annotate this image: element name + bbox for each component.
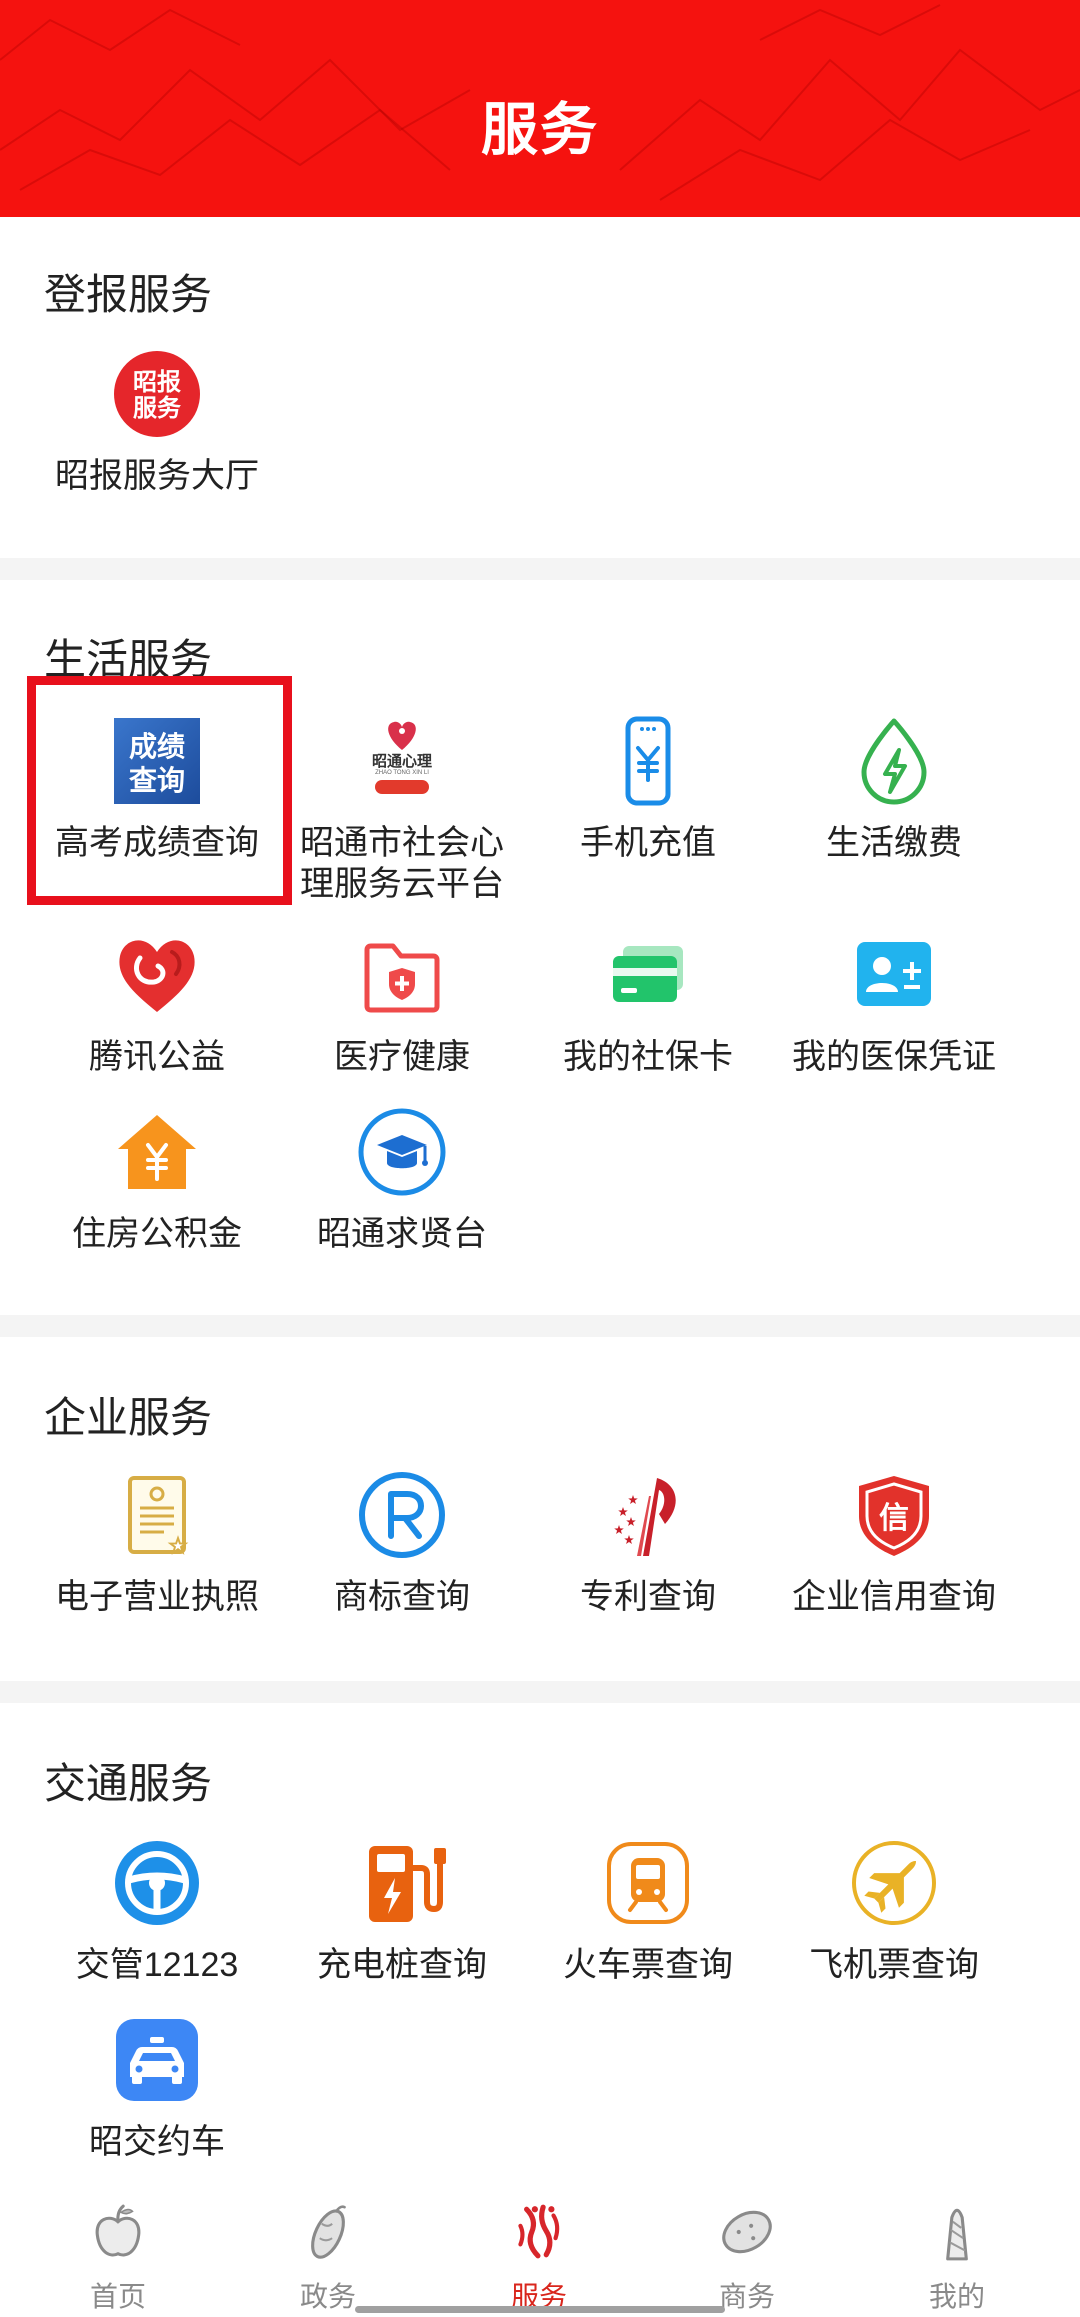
logo-text: 昭报: [133, 369, 181, 396]
service-item-bill-payment[interactable]: 生活缴费: [774, 716, 1014, 866]
service-item-ride-hailing[interactable]: 昭交约车: [37, 2015, 277, 2165]
logo-text: 昭通心理: [372, 753, 432, 770]
train-icon: [603, 1838, 693, 1928]
sweet-potato-icon: [297, 2201, 359, 2263]
nav-item-profile[interactable]: 我的: [877, 2195, 1037, 2317]
bottom-nav: 首页 政务 服务 商务 我的: [0, 2185, 1080, 2317]
service-item-label: 昭交约车: [89, 2123, 225, 2161]
phone-recharge-icon: [603, 716, 693, 806]
section-title-traffic-service: 交通服务: [44, 1760, 213, 1807]
potato-icon: [716, 2201, 778, 2263]
credit-shield-icon: 信: [849, 1470, 939, 1560]
housing-fund-icon: [112, 1107, 202, 1197]
service-item-charging-pile[interactable]: 充电桩查询: [282, 1838, 522, 1988]
taxi-icon: [112, 2015, 202, 2105]
section-divider: [0, 1315, 1080, 1337]
service-item-train-ticket[interactable]: 火车票查询: [528, 1838, 768, 1988]
service-item-label: 昭通求贤台: [317, 1215, 487, 1253]
service-item-label: 腾讯公益: [89, 1038, 225, 1076]
medical-insurance-id-icon: [849, 930, 939, 1020]
service-item-housing-fund[interactable]: 住房公积金: [37, 1107, 277, 1257]
service-item-label: 生活缴费: [826, 824, 962, 862]
service-item-phone-recharge[interactable]: 手机充值: [528, 716, 768, 866]
service-item-business-license[interactable]: 电子营业执照: [37, 1470, 277, 1620]
service-item-label: 飞机票查询: [809, 1946, 979, 1984]
nav-label: 首页: [89, 2281, 146, 2312]
service-item-label: 交管12123: [75, 1946, 239, 1984]
service-item-zhaobao-hall[interactable]: 昭报 服务 昭报服务大厅: [37, 349, 277, 499]
bill-payment-icon: [849, 716, 939, 806]
logo-subtext: ZHAO TONG XIN LI: [375, 770, 429, 776]
steering-wheel-icon: [112, 1838, 202, 1928]
page-header: 服务: [0, 0, 1080, 217]
section-divider: [0, 558, 1080, 580]
service-item-traffic-12123[interactable]: 交管12123: [37, 1838, 277, 1988]
logo-text: 服务: [133, 394, 182, 422]
service-item-label: 火车票查询: [563, 1946, 733, 1984]
trademark-icon: [357, 1470, 447, 1560]
service-item-social-security-card[interactable]: 我的社保卡: [528, 930, 768, 1080]
graduation-cap-icon: [357, 1107, 447, 1197]
service-item-label: 商标查询: [334, 1578, 470, 1616]
nav-item-service[interactable]: 服务: [459, 2195, 619, 2317]
nav-item-home[interactable]: 首页: [38, 2195, 198, 2317]
service-item-talent-platform[interactable]: 昭通求贤台: [282, 1107, 522, 1257]
service-item-label: 充电桩查询: [317, 1946, 487, 1984]
home-indicator[interactable]: [355, 2306, 725, 2313]
service-item-patent[interactable]: 专利查询: [528, 1470, 768, 1620]
airplane-icon: [849, 1838, 939, 1928]
section-divider: [0, 1681, 1080, 1703]
service-item-medical-health[interactable]: 医疗健康: [282, 930, 522, 1080]
zhaobao-service-logo-icon: 昭报 服务: [112, 349, 202, 439]
service-item-label: 住房公积金: [72, 1215, 242, 1253]
bamboo-shoot-icon: [926, 2201, 988, 2263]
tencent-charity-heart-icon: [112, 930, 202, 1020]
section-title-newspaper-service: 登报服务: [44, 271, 213, 318]
service-item-label: 手机充值: [580, 824, 716, 862]
service-item-enterprise-credit[interactable]: 信 企业信用查询: [774, 1470, 1014, 1620]
service-item-psychology-cloud[interactable]: 昭通心理 ZHAO TONG XIN LI 昭通市社会心理服务云平台: [282, 716, 522, 906]
service-item-label: 我的社保卡: [563, 1038, 733, 1076]
service-item-label: 电子营业执照: [55, 1578, 259, 1616]
patent-icon: [603, 1470, 693, 1560]
service-item-label: 昭通市社会心理服务云平台: [300, 824, 504, 903]
service-item-medical-insurance[interactable]: 我的医保凭证: [774, 930, 1014, 1080]
service-item-label: 医疗健康: [334, 1038, 470, 1076]
social-security-card-icon: [603, 930, 693, 1020]
section-title-enterprise-service: 企业服务: [44, 1394, 213, 1441]
nav-item-business[interactable]: 商务: [667, 2195, 827, 2317]
service-item-label: 我的医保凭证: [792, 1038, 996, 1076]
apple-icon: [87, 2201, 149, 2263]
charging-pile-icon: [357, 1838, 447, 1928]
logo-text: 信: [879, 1502, 909, 1535]
service-item-tencent-charity[interactable]: 腾讯公益: [37, 930, 277, 1080]
highlight-box: [27, 676, 292, 905]
page-title: 服务: [481, 98, 599, 162]
zhaotong-psychology-logo-icon: 昭通心理 ZHAO TONG XIN LI: [357, 716, 447, 806]
medical-folder-icon: [357, 930, 447, 1020]
nav-label: 我的: [928, 2281, 985, 2312]
service-item-label: 企业信用查询: [792, 1578, 996, 1616]
chili-icon: [508, 2201, 570, 2263]
service-item-label: 昭报服务大厅: [55, 457, 259, 495]
business-license-icon: [112, 1470, 202, 1560]
service-item-flight-ticket[interactable]: 飞机票查询: [774, 1838, 1014, 1988]
nav-item-government[interactable]: 政务: [248, 2195, 408, 2317]
service-item-trademark[interactable]: 商标查询: [282, 1470, 522, 1620]
service-item-label: 专利查询: [580, 1578, 716, 1616]
